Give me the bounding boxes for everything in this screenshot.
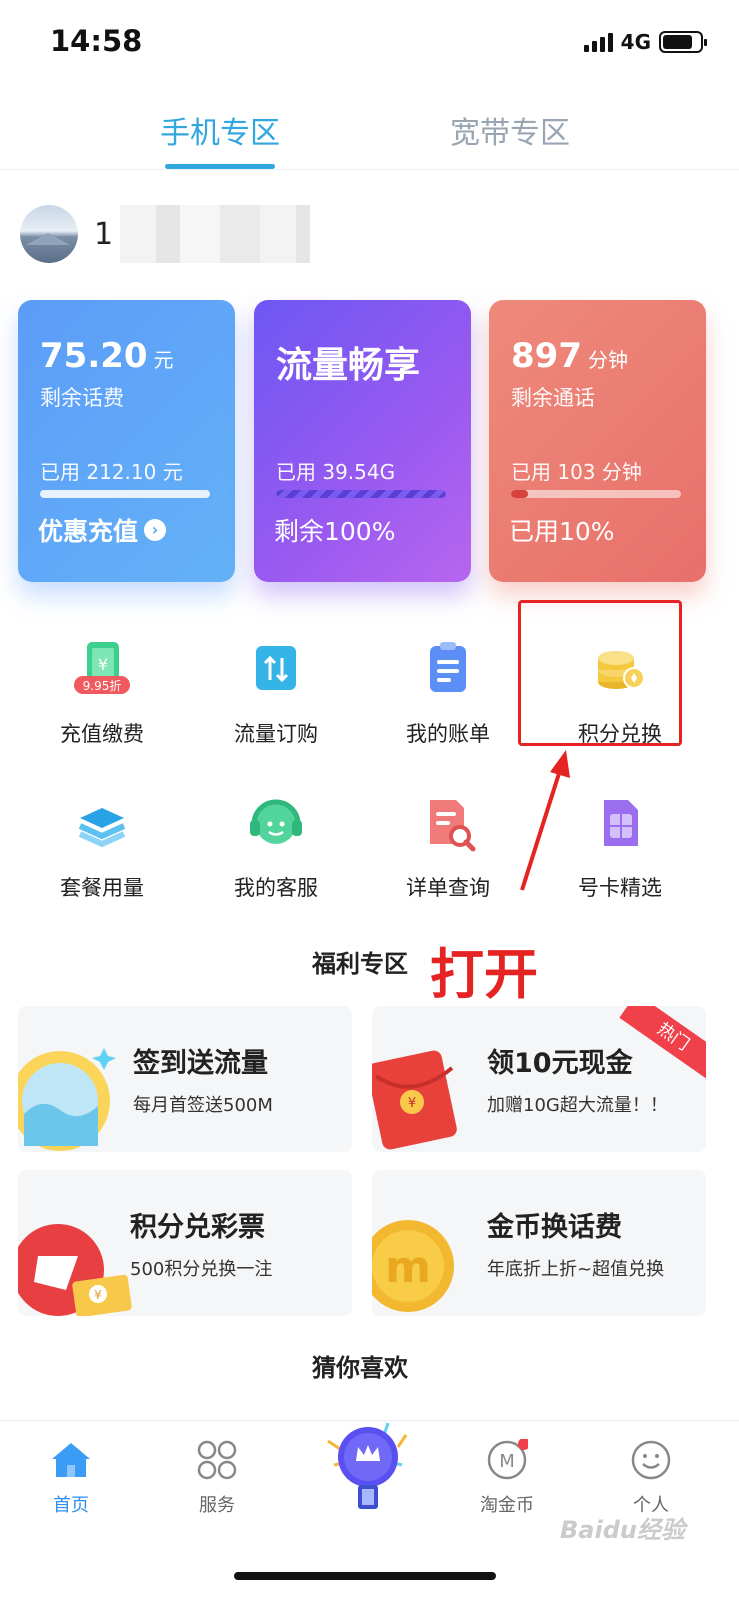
gold-coin-icon: M bbox=[486, 1438, 530, 1481]
center-crown-icon bbox=[327, 1422, 408, 1509]
shortcut-label: 我的客服 bbox=[234, 876, 318, 900]
promo-cash-10[interactable]: ¥ 领10元现金 加赠10G超大流量！！ 热门 bbox=[372, 1006, 706, 1152]
svg-text:¥: ¥ bbox=[94, 1288, 102, 1302]
user-row[interactable]: 1 bbox=[20, 205, 420, 265]
discount-badge: 9.95折 bbox=[82, 679, 122, 693]
voice-used: 已用 103 分钟 bbox=[511, 460, 642, 484]
promo-subtitle: 加赠10G超大流量！！ bbox=[487, 1095, 668, 1116]
data-remaining: 剩余100% bbox=[274, 517, 396, 546]
shortcut-label: 充值缴费 bbox=[60, 722, 144, 746]
nav-home[interactable]: 首页 bbox=[26, 1439, 116, 1517]
profile-smile-icon bbox=[630, 1439, 672, 1481]
layers-icon bbox=[72, 794, 132, 854]
shortcut-detail-query[interactable]: 详单查询 bbox=[368, 794, 528, 902]
sim-card-icon bbox=[590, 794, 650, 854]
nav-label: 淘金币 bbox=[480, 1495, 534, 1516]
tab-phone-zone[interactable]: 手机专区 bbox=[160, 108, 280, 152]
data-card[interactable]: 流量畅享 已用 39.54G 剩余100% bbox=[254, 300, 471, 582]
nav-label: 首页 bbox=[53, 1495, 89, 1516]
shortcut-customer-service[interactable]: 我的客服 bbox=[196, 794, 356, 902]
avatar[interactable] bbox=[20, 205, 78, 263]
svg-text:¥: ¥ bbox=[98, 655, 108, 674]
status-time: 14:58 bbox=[50, 24, 143, 58]
annotation-open-text: 打开 bbox=[430, 943, 538, 1006]
chevron-right-icon: › bbox=[144, 519, 167, 541]
watermark: Baidu经验 bbox=[560, 1516, 685, 1544]
highlight-box bbox=[518, 600, 682, 746]
promo-title: 签到送流量 bbox=[133, 1048, 268, 1079]
shortcut-package-usage[interactable]: 套餐用量 bbox=[22, 794, 182, 902]
data-progress-bar bbox=[276, 490, 446, 498]
voice-progress-bar bbox=[511, 490, 681, 498]
active-tab-indicator bbox=[165, 164, 275, 169]
nav-gold-coins[interactable]: M 淘金币 bbox=[462, 1438, 552, 1517]
promo-subtitle: 年底折上折~超值兑换 bbox=[487, 1259, 665, 1280]
voice-used-percent: 已用10% bbox=[509, 517, 615, 546]
network-label: 4G bbox=[620, 30, 651, 54]
discount-recharge-link[interactable]: 优惠充值 › bbox=[38, 512, 167, 548]
data-order-icon bbox=[246, 640, 306, 700]
home-indicator bbox=[234, 1572, 496, 1580]
nav-services[interactable]: 服务 bbox=[172, 1439, 262, 1517]
document-search-icon bbox=[418, 794, 478, 854]
recommend-section-title: 猜你喜欢 bbox=[312, 1354, 408, 1382]
promo-title: 领10元现金 bbox=[487, 1048, 633, 1079]
promo-subtitle: 500积分兑换一注 bbox=[130, 1259, 273, 1280]
home-icon bbox=[50, 1439, 92, 1481]
status-indicators: 4G bbox=[583, 30, 707, 54]
balance-card[interactable]: 75.20 元 剩余话费 已用 212.10 元 优惠充值 › bbox=[18, 300, 235, 582]
zone-tabs: 手机专区 宽带专区 bbox=[0, 96, 739, 170]
red-envelope-icon: ¥ bbox=[372, 1050, 457, 1150]
phone-recharge-icon: ¥ 9.95折 bbox=[72, 640, 132, 700]
shortcut-number-card[interactable]: 号卡精选 bbox=[540, 794, 700, 902]
promo-subtitle: 每月首签送500M bbox=[133, 1095, 273, 1116]
shortcut-label: 流量订购 bbox=[234, 722, 318, 746]
globe-icon bbox=[18, 1048, 116, 1151]
data-used: 已用 39.54G bbox=[276, 460, 396, 484]
services-grid-icon bbox=[196, 1439, 238, 1481]
voice-label: 剩余通话 bbox=[511, 386, 595, 410]
svg-text:m: m bbox=[385, 1242, 431, 1293]
shortcut-my-bill[interactable]: 我的账单 bbox=[368, 640, 528, 748]
shortcut-label: 号卡精选 bbox=[578, 876, 662, 900]
shortcut-label: 我的账单 bbox=[406, 722, 490, 746]
data-card-title: 流量畅享 bbox=[276, 345, 421, 386]
welfare-section-title: 福利专区 bbox=[312, 950, 408, 978]
shortcut-label: 套餐用量 bbox=[60, 876, 144, 900]
lottery-icon: ¥ bbox=[18, 1224, 132, 1316]
nav-profile[interactable]: 个人 bbox=[606, 1439, 696, 1517]
redacted-phone-number bbox=[120, 205, 310, 263]
svg-text:¥: ¥ bbox=[408, 1096, 416, 1111]
shortcut-label: 详单查询 bbox=[406, 876, 490, 900]
promo-points-lottery[interactable]: ¥ 积分兑彩票 500积分兑换一注 bbox=[18, 1170, 352, 1316]
promo-title: 积分兑彩票 bbox=[130, 1212, 265, 1243]
nav-label: 服务 bbox=[199, 1495, 235, 1516]
status-bar: 14:58 4G bbox=[0, 0, 739, 86]
gold-coin-icon: m bbox=[372, 1220, 454, 1312]
balance-used: 已用 212.10 元 bbox=[40, 460, 183, 484]
voice-value: 897 分钟 bbox=[511, 336, 628, 376]
bill-icon bbox=[418, 640, 478, 700]
voice-card[interactable]: 897 分钟 剩余通话 已用 103 分钟 已用10% bbox=[489, 300, 706, 582]
user-name: 1 bbox=[94, 217, 114, 252]
svg-text:M: M bbox=[499, 1451, 515, 1472]
balance-label: 剩余话费 bbox=[40, 386, 124, 410]
promo-title: 金币换话费 bbox=[487, 1212, 622, 1243]
promo-coins-to-credit[interactable]: m 金币换话费 年底折上折~超值兑换 bbox=[372, 1170, 706, 1316]
balance-value: 75.20 元 bbox=[40, 336, 174, 376]
balance-progress-bar bbox=[40, 490, 210, 498]
shortcut-data-order[interactable]: 流量订购 bbox=[196, 640, 356, 748]
signal-icon bbox=[583, 32, 613, 52]
nav-center-promo[interactable] bbox=[318, 1413, 418, 1517]
shortcut-recharge[interactable]: ¥ 9.95折 充值缴费 bbox=[22, 640, 182, 748]
headset-icon bbox=[246, 794, 306, 854]
promo-checkin-data[interactable]: 签到送流量 每月首签送500M bbox=[18, 1006, 352, 1152]
tab-broadband-zone[interactable]: 宽带专区 bbox=[450, 108, 570, 152]
battery-icon bbox=[659, 31, 707, 53]
